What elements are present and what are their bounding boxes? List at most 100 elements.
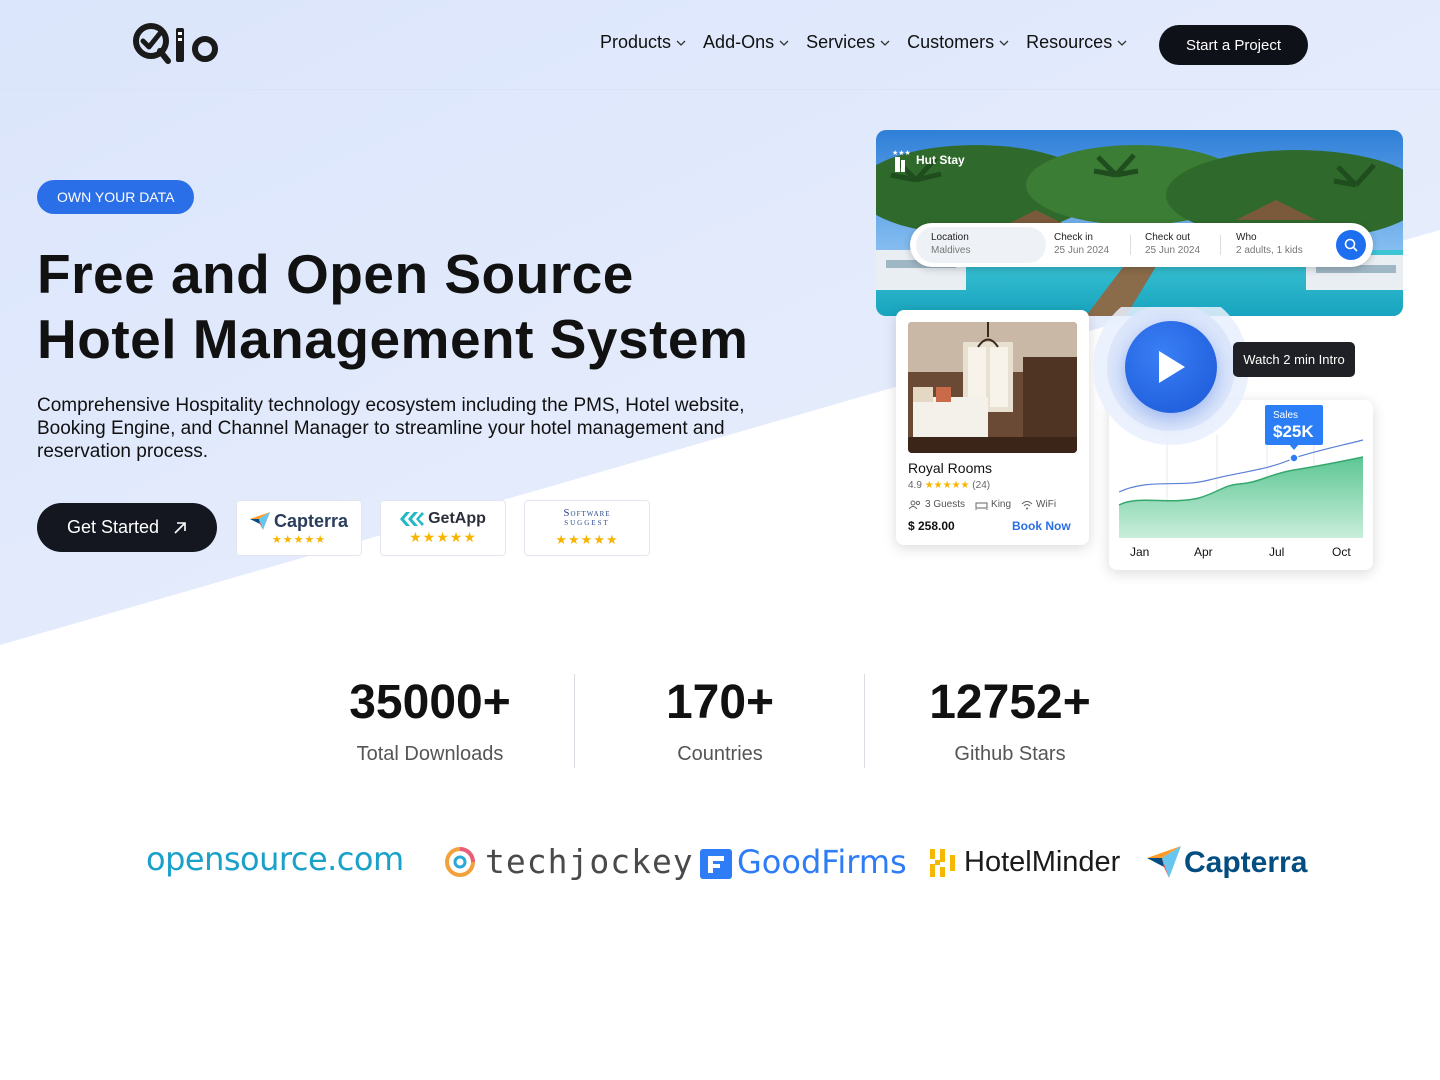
location-value: Maldives [931, 245, 971, 256]
play-icon [1159, 351, 1185, 383]
nav-products[interactable]: Products [600, 32, 686, 53]
room-price: $ 258.00 [908, 519, 955, 533]
own-data-badge: OWN YOUR DATA [37, 180, 195, 214]
hero-description: Comprehensive Hospitality technology eco… [37, 395, 745, 462]
nav-services[interactable]: Services [806, 32, 890, 53]
search-button[interactable] [1336, 230, 1366, 260]
search-divider [1220, 235, 1221, 255]
check-out-value: 25 Jun 2024 [1145, 245, 1201, 256]
room-guests-label: 3 Guests [925, 499, 966, 510]
nav-products-label: Products [600, 32, 672, 52]
room-bed-label: King [991, 499, 1012, 510]
room-guests: 3 Guests [908, 499, 965, 510]
opensource-logo[interactable]: opensource.com [146, 840, 404, 878]
chart-highlight-point [1289, 453, 1299, 463]
goodfirms-logo-text: GoodFirms [737, 843, 907, 881]
room-photo [908, 322, 1077, 453]
hero-title: Free and Open Source Hotel Management Sy… [37, 242, 817, 372]
stat-github-stars-label: Github Stars [954, 743, 1066, 765]
chevron-down-icon [779, 40, 789, 46]
chart-month-jan: Jan [1130, 545, 1150, 559]
play-video-button[interactable] [1125, 321, 1217, 413]
room-features: 3 Guests King WiFi [908, 499, 1078, 510]
nav-resources[interactable]: Resources [1026, 32, 1127, 53]
stat-github-stars: 12752+ Github Stars [865, 675, 1155, 766]
guests-value: 2 adults, 1 kids [1236, 245, 1303, 256]
getapp-rating-badge[interactable]: GetApp ★★★★★ [380, 500, 506, 556]
stat-countries: 170+ Countries [575, 675, 865, 766]
svg-text:★★★: ★★★ [892, 149, 910, 157]
getapp-logo-icon [400, 512, 425, 526]
page: Products Add-Ons Services Customers Reso… [0, 0, 1440, 1080]
room-rating-stars: ★★★★★ [924, 480, 970, 491]
badge-pointer [1289, 444, 1299, 450]
hero-title-line-1: Free and Open Source [37, 243, 634, 305]
techjockey-logo[interactable]: techjockey [443, 842, 694, 881]
nav-services-label: Services [806, 32, 876, 52]
start-project-button[interactable]: Start a Project [1159, 25, 1308, 65]
room-rating: 4.9 ★★★★★ (24) [908, 480, 990, 491]
hotelminder-logo-text: HotelMinder [964, 846, 1121, 878]
sales-value: $25K [1273, 422, 1314, 441]
room-bed: King [975, 499, 1011, 510]
chart-area [1119, 457, 1363, 538]
arrow-up-right-icon [174, 521, 186, 534]
software-suggest-rating-badge[interactable]: SOFTWARE SUGGEST ★★★★★ [524, 500, 650, 556]
stat-downloads-value: 35000+ [349, 676, 511, 729]
chart-month-apr: Apr [1194, 545, 1213, 559]
capterra-logo-icon [249, 512, 270, 530]
search-divider [1130, 235, 1131, 255]
software-suggest-logo-mark: SOFTWARE [563, 506, 611, 519]
qlo-logo[interactable] [131, 20, 223, 66]
software-suggest-stars: ★★★★★ [555, 531, 619, 547]
room-rating-value: 4.9 [908, 480, 922, 491]
guests-field[interactable]: Who 2 adults, 1 kids [1236, 232, 1303, 256]
nav-add-ons[interactable]: Add-Ons [703, 32, 789, 53]
location-field[interactable]: Location Maldives [931, 232, 970, 256]
booking-search-bar: Location Maldives Check in 25 Jun 2024 C… [910, 223, 1373, 267]
sales-badge: Sales $25K [1265, 405, 1323, 450]
room-wifi-label: WiFi [1036, 499, 1057, 510]
location-label: Location [931, 232, 969, 243]
check-in-field[interactable]: Check in 25 Jun 2024 [1054, 232, 1109, 256]
guests-label: Who [1236, 232, 1257, 243]
check-out-field[interactable]: Check out 25 Jun 2024 [1145, 232, 1200, 256]
capterra-rating-label: Capterra [273, 510, 349, 531]
techjockey-logo-icon [445, 846, 475, 877]
capterra-logo-text: Capterra [1184, 846, 1308, 879]
stat-countries-label: Countries [677, 743, 763, 765]
hotel-building-icon: ★★★ [892, 149, 910, 172]
goodfirms-logo[interactable]: GoodFirms [700, 843, 907, 881]
hotel-banner-image: ★★★ Hut Stay Location Maldives Check in … [876, 130, 1403, 316]
get-started-button[interactable]: Get Started [37, 503, 217, 552]
chevron-down-icon [880, 40, 890, 46]
watch-intro-button[interactable]: Watch 2 min Intro [1233, 342, 1355, 377]
hotelminder-logo-icon [930, 848, 955, 877]
get-started-label: Get Started [66, 517, 160, 537]
hut-stay-label: Hut Stay [916, 153, 965, 167]
chevron-down-icon [999, 40, 1009, 46]
techjockey-logo-text: techjockey [485, 842, 694, 881]
room-card[interactable]: Royal Rooms 4.9 ★★★★★ (24) 3 Guests King… [896, 310, 1089, 545]
getapp-rating-name: GetApp [400, 510, 486, 528]
sales-label: Sales [1273, 410, 1299, 421]
stat-countries-value: 170+ [665, 676, 775, 729]
getapp-rating-label: GetApp [428, 510, 486, 527]
bed-icon [975, 502, 988, 510]
chart-month-jul: Jul [1269, 545, 1285, 559]
wifi-icon [1021, 500, 1033, 509]
room-name: Royal Rooms [908, 460, 993, 476]
room-review-count: (24) [972, 480, 991, 491]
nav-customers[interactable]: Customers [907, 32, 1009, 53]
check-in-value: 25 Jun 2024 [1054, 245, 1110, 256]
chart-month-oct: Oct [1332, 545, 1351, 559]
nav-resources-label: Resources [1026, 32, 1113, 52]
capterra-partner-logo[interactable]: Capterra [1147, 846, 1307, 880]
capterra-rating-badge[interactable]: Capterra ★★★★★ [236, 500, 362, 556]
book-now-link[interactable]: Book Now [1012, 519, 1071, 533]
getapp-stars: ★★★★★ [409, 529, 477, 545]
check-in-label: Check in [1054, 232, 1093, 243]
capterra-stars: ★★★★★ [271, 533, 327, 546]
hotelminder-logo[interactable]: HotelMinder [928, 846, 1120, 879]
site-header: Products Add-Ons Services Customers Reso… [0, 0, 1440, 90]
